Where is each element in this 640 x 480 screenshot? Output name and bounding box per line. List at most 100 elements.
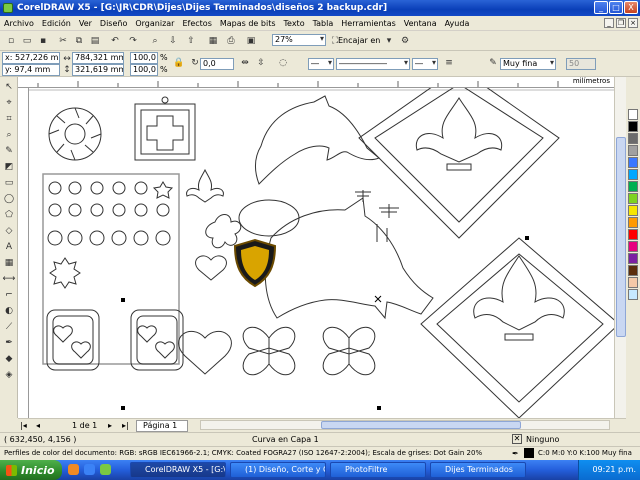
export-icon[interactable]: ⇧: [184, 34, 198, 48]
last-page-icon[interactable]: ▸|: [122, 421, 129, 430]
smart-fill-icon[interactable]: ◩: [2, 161, 16, 173]
firefox-quicklaunch-icon[interactable]: [68, 464, 79, 475]
object-width-field[interactable]: 784,321 mm: [72, 52, 124, 64]
palette-swatch[interactable]: [628, 277, 638, 288]
menu-mapas-de-bits[interactable]: Mapas de bits: [216, 19, 280, 28]
menu-ver[interactable]: Ver: [75, 19, 96, 28]
menu-archivo[interactable]: Archivo: [0, 19, 38, 28]
horizontal-scroll-thumb[interactable]: [321, 421, 521, 429]
palette-swatch[interactable]: [628, 289, 638, 300]
menu-ventana[interactable]: Ventana: [400, 19, 441, 28]
menu-ayuda[interactable]: Ayuda: [441, 19, 474, 28]
basic-shapes-icon[interactable]: ◇: [2, 225, 16, 237]
shape-tool-icon[interactable]: ⌖: [2, 97, 16, 109]
outline-width-combo[interactable]: Muy fina: [500, 58, 556, 70]
rotation-angle-field[interactable]: 0,0: [200, 58, 234, 70]
print-icon[interactable]: ⎙: [224, 34, 238, 48]
palette-swatch[interactable]: [628, 157, 638, 168]
maximize-button[interactable]: □: [609, 1, 623, 14]
start-button[interactable]: Inicio: [0, 460, 62, 480]
doc-restore-icon[interactable]: ❐: [616, 18, 626, 28]
cut-icon[interactable]: ✂: [56, 34, 70, 48]
freehand-tool-icon[interactable]: ✎: [2, 145, 16, 157]
undo-icon[interactable]: ↶: [108, 34, 122, 48]
paste-icon[interactable]: ▤: [88, 34, 102, 48]
palette-swatch[interactable]: [628, 133, 638, 144]
zoom-level-combo[interactable]: 27%: [272, 34, 326, 46]
menu-organizar[interactable]: Organizar: [131, 19, 178, 28]
text-wrap-icon[interactable]: ≡: [442, 56, 456, 70]
x-position-field[interactable]: x: 527,226 mm: [2, 52, 60, 64]
taskbar-item-explorer[interactable]: Dijes Terminados: [430, 462, 526, 478]
menu-tabla[interactable]: Tabla: [309, 19, 338, 28]
pick-tool-icon[interactable]: ↖: [2, 81, 16, 93]
end-arrow-combo[interactable]: ―: [412, 58, 438, 70]
scale-height-field[interactable]: 100,0: [130, 64, 158, 76]
first-page-icon[interactable]: |◂: [20, 421, 27, 430]
prev-page-icon[interactable]: ◂: [36, 421, 40, 430]
fill-tool-icon[interactable]: ◆: [2, 353, 16, 365]
new-document-icon[interactable]: ▫: [4, 34, 18, 48]
interactive-fill-icon[interactable]: ◈: [2, 369, 16, 381]
y-position-field[interactable]: y: 97,4 mm: [2, 64, 60, 76]
palette-swatch[interactable]: [628, 217, 638, 228]
mirror-vertical-icon[interactable]: ⇳: [254, 56, 268, 70]
publish-pdf-icon[interactable]: ▣: [244, 34, 258, 48]
doc-minimize-icon[interactable]: _: [604, 18, 614, 28]
ie-quicklaunch-icon[interactable]: [84, 464, 95, 475]
palette-swatch[interactable]: [628, 265, 638, 276]
taskbar-item-photofiltre[interactable]: PhotoFiltre: [330, 462, 426, 478]
polygon-tool-icon[interactable]: ⬠: [2, 209, 16, 221]
palette-swatch[interactable]: [628, 205, 638, 216]
menu-diseno[interactable]: Diseño: [96, 19, 131, 28]
horizontal-scrollbar[interactable]: [200, 420, 610, 430]
lock-ratio-icon[interactable]: 🔒: [172, 56, 186, 70]
snap-chevron-icon[interactable]: ▾: [382, 34, 396, 48]
blend-tool-icon[interactable]: ◐: [2, 305, 16, 317]
table-tool-icon[interactable]: ▦: [2, 257, 16, 269]
menu-edicion[interactable]: Edición: [38, 19, 75, 28]
app-launcher-icon[interactable]: ▦: [206, 34, 220, 48]
outline-color-swatch[interactable]: [524, 448, 534, 458]
copy-icon[interactable]: ⧉: [72, 34, 86, 48]
scale-width-field[interactable]: 100,0: [130, 52, 158, 64]
open-folder-icon[interactable]: ▭: [20, 34, 34, 48]
palette-swatch[interactable]: [628, 109, 638, 120]
horizontal-ruler[interactable]: milímetros: [18, 77, 614, 88]
eyedropper-tool-icon[interactable]: ⟋: [2, 321, 16, 333]
vertical-scrollbar[interactable]: [614, 77, 626, 418]
text-tool-icon[interactable]: A: [2, 241, 16, 253]
outline-pen-icon[interactable]: ✒: [2, 337, 16, 349]
minimize-button[interactable]: _: [594, 1, 608, 14]
palette-swatch[interactable]: [628, 229, 638, 240]
vertical-ruler[interactable]: [18, 88, 29, 418]
redo-icon[interactable]: ↷: [126, 34, 140, 48]
search-icon[interactable]: ⌕: [148, 34, 162, 48]
zoom-tool-icon[interactable]: ⌕: [2, 129, 16, 141]
palette-swatch[interactable]: [628, 169, 638, 180]
start-arrow-combo[interactable]: ―: [308, 58, 334, 70]
options-icon[interactable]: ⚙: [398, 34, 412, 48]
taskbar-item-coreldraw[interactable]: CorelDRAW X5 - [G:\...: [130, 462, 226, 478]
close-button[interactable]: X: [624, 1, 638, 14]
crop-tool-icon[interactable]: ⌗: [2, 113, 16, 125]
menu-texto[interactable]: Texto: [280, 19, 309, 28]
drawing-canvas[interactable]: [29, 88, 614, 418]
palette-swatch[interactable]: [628, 241, 638, 252]
rectangle-tool-icon[interactable]: ▭: [2, 177, 16, 189]
close-curve-icon[interactable]: ◌: [276, 56, 290, 70]
palette-swatch[interactable]: [628, 253, 638, 264]
menu-herramientas[interactable]: Herramientas: [337, 19, 400, 28]
save-icon[interactable]: ▪: [36, 34, 50, 48]
clock[interactable]: 09:21 p.m.: [592, 465, 636, 474]
next-page-icon[interactable]: ▸: [108, 421, 112, 430]
mirror-horizontal-icon[interactable]: ⇹: [238, 56, 252, 70]
color-profile-info[interactable]: Perfiles de color del documento: RGB: sR…: [4, 449, 482, 457]
line-style-combo[interactable]: ――――――: [336, 58, 410, 70]
object-height-field[interactable]: 321,619 mm: [72, 64, 124, 76]
snap-to-dropdown[interactable]: Encajar en: [338, 36, 380, 45]
page-tab[interactable]: Página 1: [136, 420, 189, 432]
vertical-scroll-thumb[interactable]: [616, 137, 626, 337]
taskbar-item-browser[interactable]: (1) Diseño, Corte y G...: [230, 462, 326, 478]
ellipse-tool-icon[interactable]: ◯: [2, 193, 16, 205]
